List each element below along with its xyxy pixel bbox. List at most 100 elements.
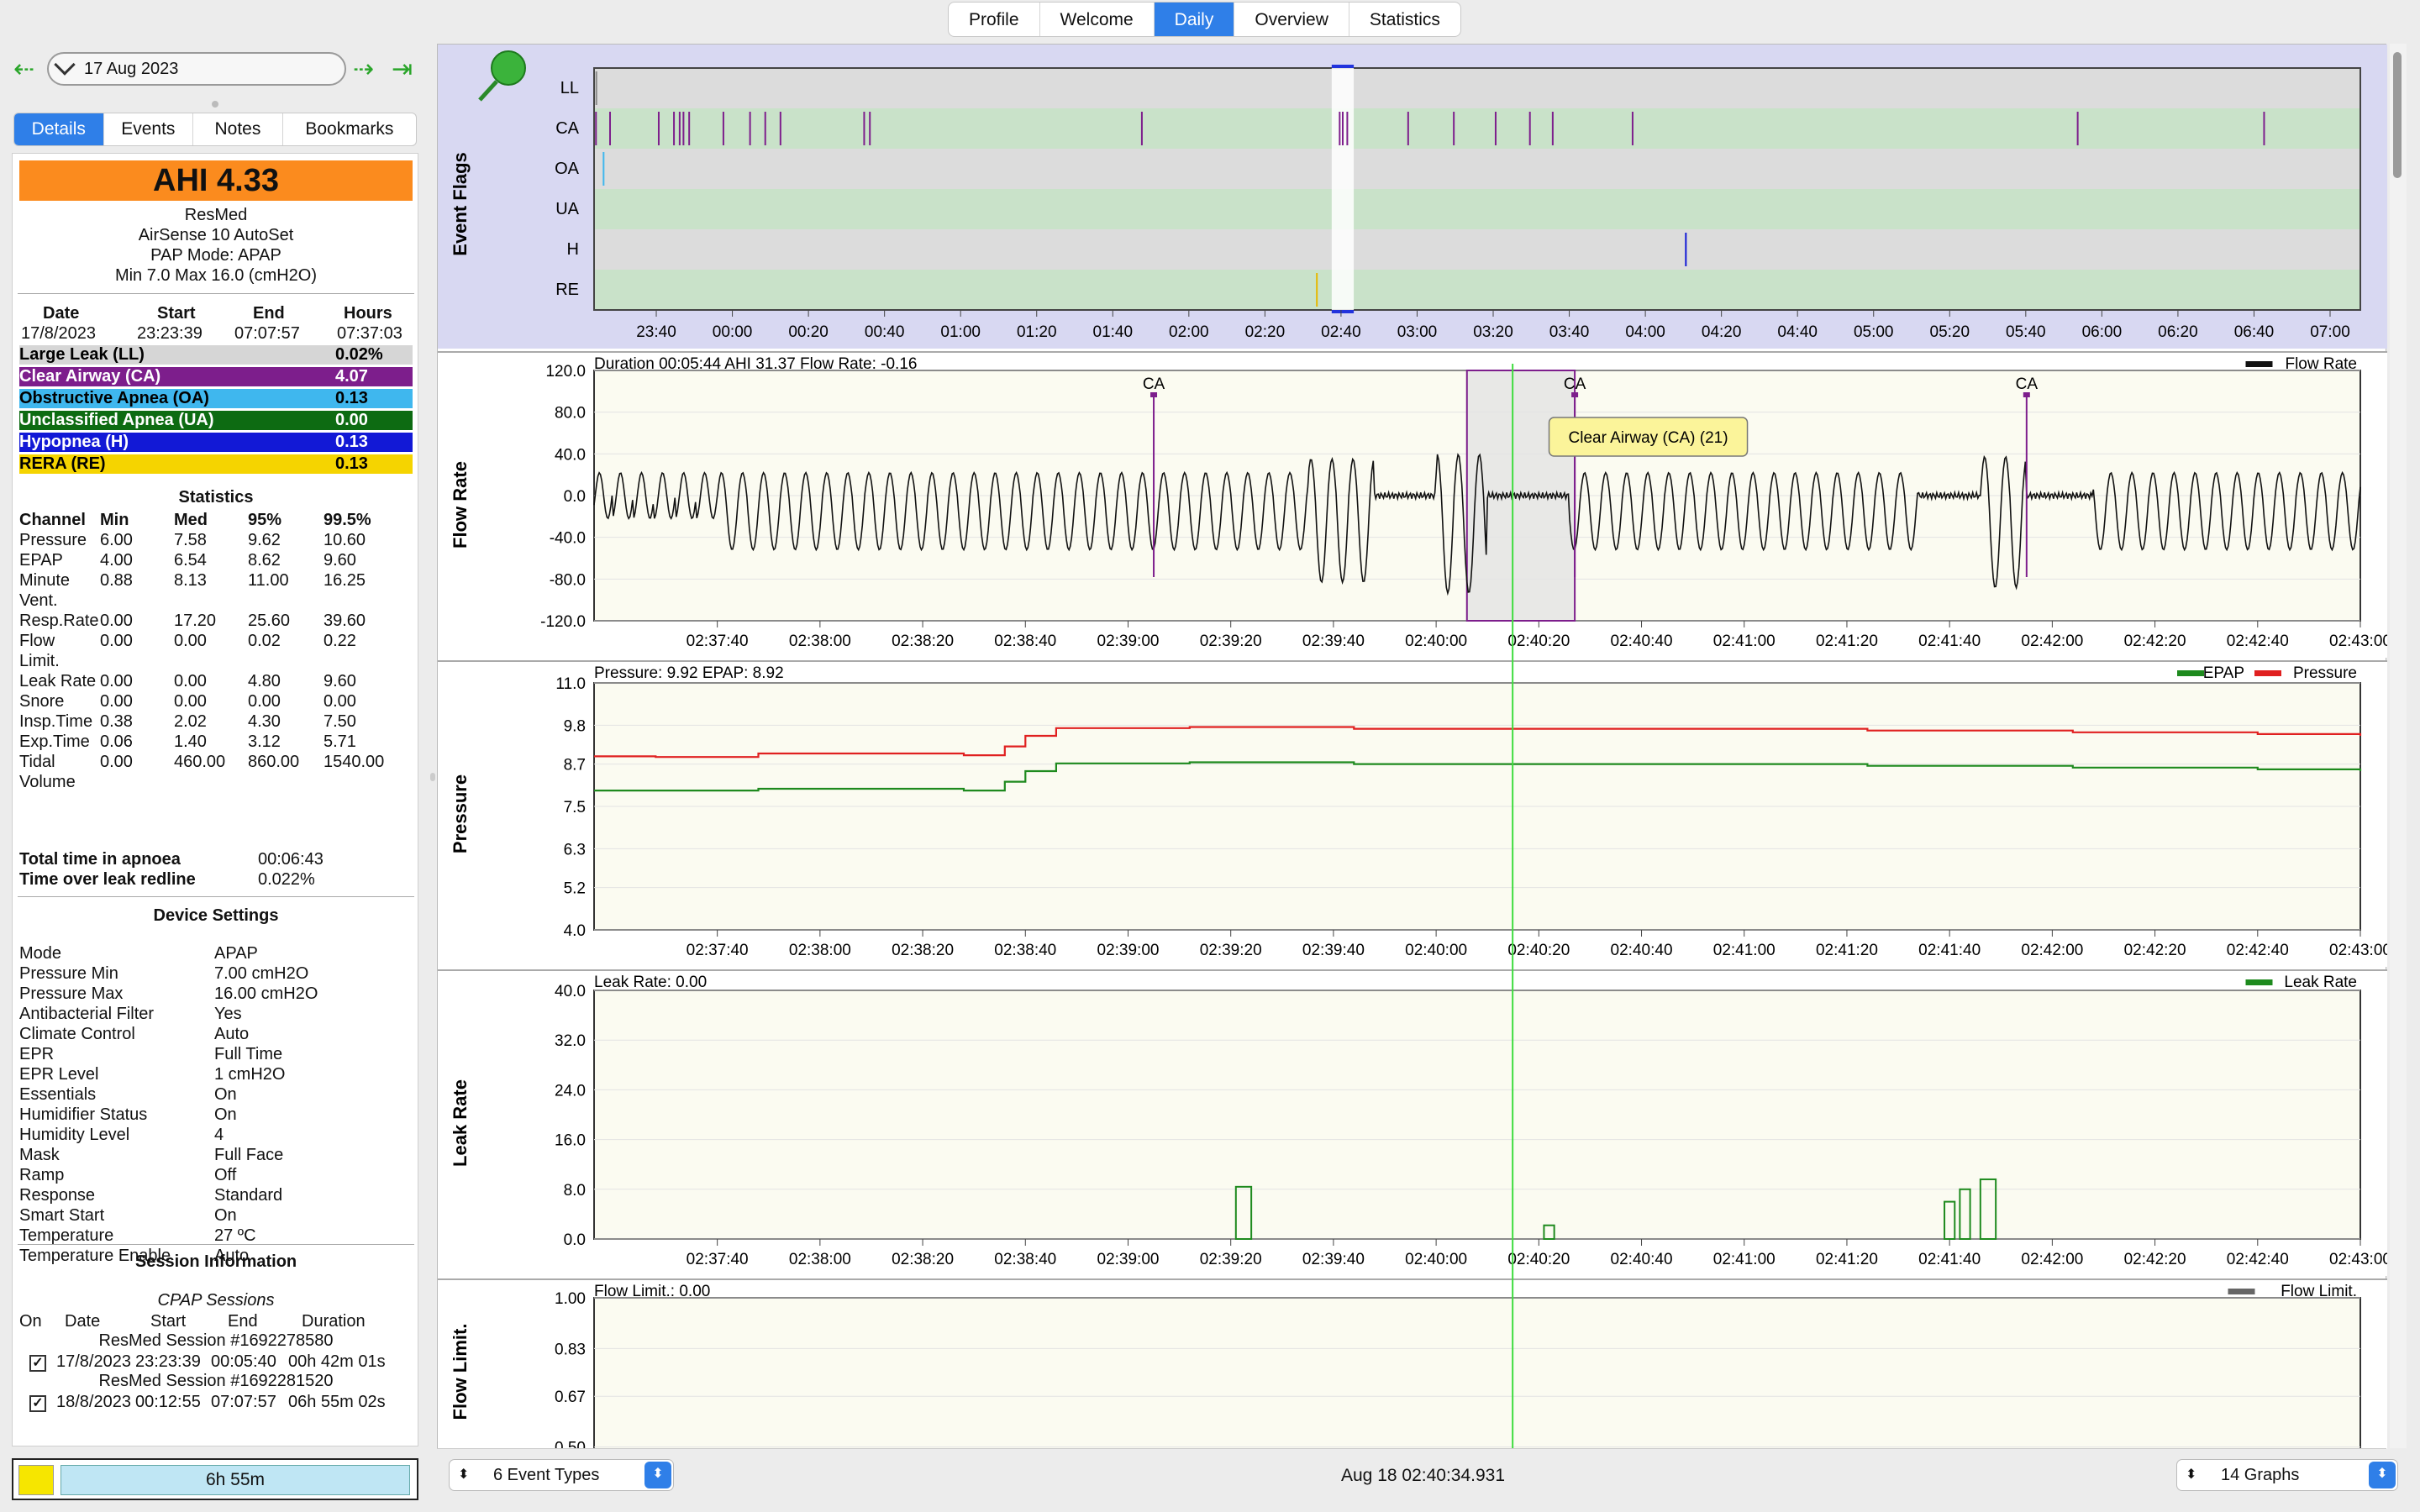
setting-name: Antibacterial Filter — [19, 1005, 155, 1023]
session-duration-bar[interactable]: 6h 55m — [60, 1465, 410, 1495]
y-tick-label: 7.5 — [564, 799, 586, 816]
setting-name: Pressure Min — [19, 964, 118, 983]
setting-name: Pressure Max — [19, 984, 124, 1003]
setting-value: APAP — [214, 944, 258, 963]
session-date: 18/8/2023 — [56, 1393, 131, 1411]
stats-cell: 4.80 — [248, 672, 281, 690]
graphs-canvas[interactable]: Event Flags LL CA OA UA H RE 23:40 00:00 00:20 00:… — [438, 45, 2391, 1499]
time-tick-label: 02:41:40 — [1918, 1251, 1981, 1268]
tab-notes[interactable]: Notes — [193, 113, 283, 145]
session-start: 00:12:55 — [135, 1393, 201, 1411]
stats-cell: 0.00 — [100, 753, 133, 771]
scroll-thumb[interactable] — [2393, 52, 2402, 178]
setting-value: 7.00 cmH2O — [214, 964, 309, 983]
graph-info: Pressure: 9.92 EPAP: 8.92 — [594, 664, 784, 682]
flag-row — [594, 68, 2360, 108]
setting-value: Auto — [214, 1025, 250, 1043]
session-info-title: Session Information — [134, 1252, 297, 1271]
tab-profile[interactable]: Profile — [949, 3, 1040, 36]
setting-name: EPR Level — [19, 1065, 99, 1084]
session-checkbox[interactable]: ✓ — [29, 1395, 46, 1412]
time-tick-label: 02:42:00 — [2021, 633, 2083, 650]
stats-header: 99.5% — [324, 511, 371, 529]
tab-daily[interactable]: Daily — [1154, 3, 1235, 36]
tab-details[interactable]: Details — [14, 113, 104, 145]
ahi-badge: AHI 4.33 — [19, 160, 413, 201]
tab-overview[interactable]: Overview — [1234, 3, 1349, 36]
time-tick-label: 02:38:00 — [789, 1251, 851, 1268]
next-day-arrow-icon[interactable]: ⇢ — [353, 57, 374, 82]
stats-channel: Flow — [19, 632, 55, 650]
time-tick-label: 06:40 — [2234, 323, 2275, 341]
session-checkbox[interactable]: ✓ — [29, 1355, 46, 1372]
time-tick-label: 02:38:40 — [994, 942, 1056, 959]
stats-cell: 0.00 — [100, 692, 133, 711]
setting-value: 27 ºC — [214, 1226, 256, 1245]
event-label: Clear Airway (CA) — [19, 367, 161, 386]
time-tick-label: 02:39:00 — [1097, 1251, 1160, 1268]
graphs-label: 14 Graphs — [2221, 1466, 2300, 1484]
time-tick-label: 02:37:40 — [687, 942, 749, 959]
setting-name: Ramp — [19, 1166, 65, 1184]
times-header-end: End — [253, 304, 285, 323]
y-tick-label: 11.0 — [555, 675, 586, 693]
legend-swatch — [2228, 1289, 2255, 1294]
tab-events[interactable]: Events — [104, 113, 194, 145]
session-header-on: On — [19, 1312, 42, 1331]
time-tick-label: 02:42:40 — [2227, 942, 2289, 959]
setting-name: Climate Control — [19, 1025, 135, 1043]
stats-cell: 0.02 — [248, 632, 281, 650]
stats-cell: 10.60 — [324, 531, 366, 549]
cpap-sessions-subtitle: CPAP Sessions — [157, 1291, 275, 1310]
time-tick-label: 02:40 — [1321, 323, 1361, 341]
time-tick-label: 02:37:40 — [687, 1251, 749, 1268]
stats-channel: EPAP — [19, 551, 63, 570]
tab-bookmarks[interactable]: Bookmarks — [283, 113, 416, 145]
time-tick-label: 06:20 — [2158, 323, 2198, 341]
event-types-dropdown[interactable]: ⬍ 6 Event Types ⬍ — [449, 1459, 674, 1491]
last-day-arrow-icon[interactable]: ⇥ — [392, 57, 413, 82]
time-tick-label: 02:40:00 — [1405, 1251, 1467, 1268]
time-tick-label: 02:42:20 — [2124, 942, 2186, 959]
tab-welcome[interactable]: Welcome — [1040, 3, 1155, 36]
event-row: Large Leak (LL) 0.02% — [19, 345, 413, 365]
stats-cell: 8.13 — [174, 571, 207, 590]
chevron-down-icon[interactable] — [54, 54, 76, 76]
time-tick-label: 02:42:00 — [2021, 1251, 2083, 1268]
time-tick-label: 00:20 — [788, 323, 829, 341]
time-tick-label: 02:38:40 — [994, 1251, 1056, 1268]
vertical-scrollbar[interactable] — [2390, 44, 2407, 1448]
stats-cell: 9.60 — [324, 551, 356, 570]
stats-cell: 2.02 — [174, 712, 207, 731]
y-tick-label: 0.0 — [564, 488, 586, 506]
time-tick-label: 02:42:40 — [2227, 1251, 2289, 1268]
date-picker[interactable]: 17 Aug 2023 — [47, 52, 346, 86]
stats-channel: Exp.Time — [19, 732, 90, 751]
event-value: 0.00 — [335, 411, 368, 429]
selection-window — [1331, 68, 1355, 310]
time-tick-label: 02:39:40 — [1302, 633, 1365, 650]
y-tick-label: 9.8 — [564, 717, 586, 735]
splitter-dot — [212, 101, 218, 108]
legend-label: Flow Rate — [2285, 355, 2357, 373]
plot-frame — [593, 990, 2361, 1240]
time-tick-label: 02:37:40 — [687, 633, 749, 650]
previous-day-arrow-icon[interactable]: ⇠ — [13, 57, 34, 82]
divider — [18, 1244, 414, 1245]
bottom-toolbar: ⬍ 6 Event Types ⬍ Aug 18 02:40:34.931 ⬍ … — [437, 1448, 2398, 1500]
tab-statistics[interactable]: Statistics — [1349, 3, 1460, 36]
flag-row-label: OA — [555, 160, 580, 178]
ca-marker-label: CA — [2016, 375, 2039, 393]
stats-header: 95% — [248, 511, 282, 529]
stats-channel: Minute — [19, 571, 71, 590]
splitter-handle[interactable] — [430, 773, 435, 781]
times-header-hours: Hours — [344, 304, 392, 323]
event-label: Large Leak (LL) — [19, 345, 145, 364]
session-date: 17/8/2023 — [56, 1352, 131, 1371]
stats-cell: 9.60 — [324, 672, 356, 690]
time-tick-label: 02:41:20 — [1816, 633, 1878, 650]
session-summary-bar: 6h 55m — [12, 1458, 418, 1500]
flag-row — [594, 149, 2360, 189]
graphs-dropdown[interactable]: ⬍ 14 Graphs ⬍ — [2176, 1459, 2398, 1491]
y-tick-label: 24.0 — [555, 1082, 586, 1100]
